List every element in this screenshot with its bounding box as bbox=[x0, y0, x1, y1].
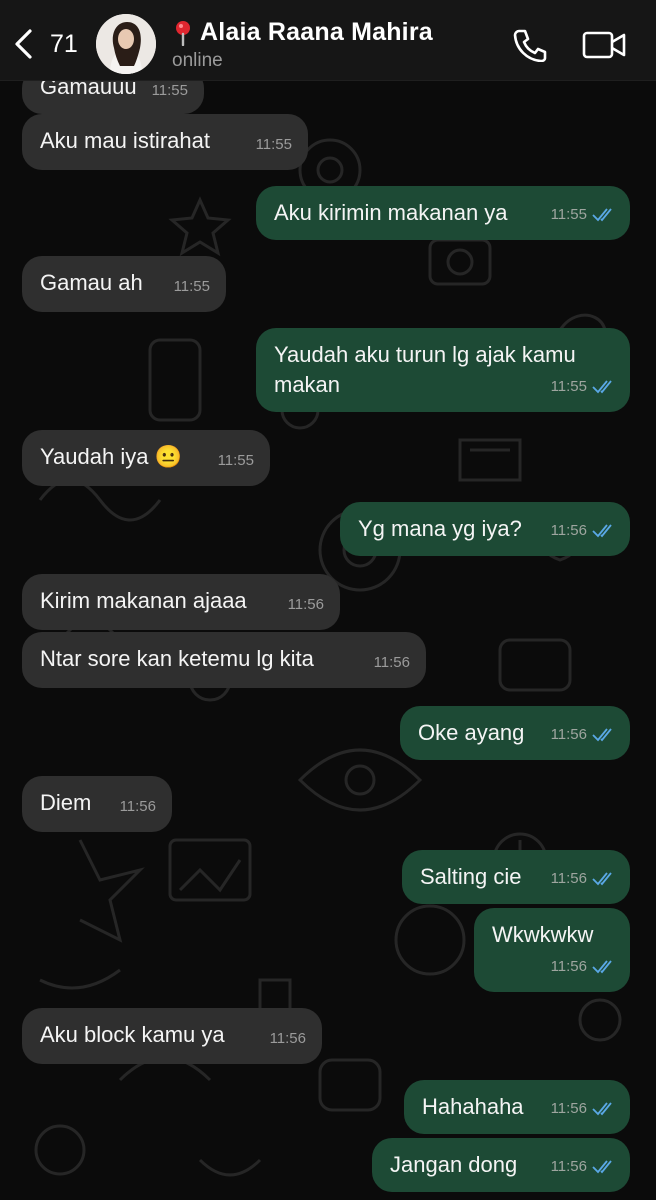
message-time: 11:56 bbox=[551, 952, 616, 982]
message-time: 11:56 bbox=[269, 1030, 306, 1047]
message-time: 11:55 bbox=[173, 278, 210, 295]
message-outgoing[interactable]: Salting cie 11:56 bbox=[402, 850, 630, 904]
message-time: 11:56 bbox=[551, 516, 616, 546]
message-outgoing[interactable]: Wkwkwkw 11:56 bbox=[474, 908, 630, 992]
message-text: Ntar sore kan ketemu lg kita bbox=[40, 646, 314, 671]
message-outgoing[interactable]: Yg mana yg iya? 11:56 bbox=[340, 502, 630, 556]
message-outgoing[interactable]: Oke ayang 11:56 bbox=[400, 706, 630, 760]
read-ticks-icon bbox=[592, 872, 612, 886]
read-ticks-icon bbox=[592, 1102, 612, 1116]
pin-icon bbox=[176, 21, 190, 46]
message-outgoing[interactable]: Yaudah aku turun lg ajak kamu makan 11:5… bbox=[256, 328, 630, 412]
back-chevron-icon bbox=[15, 29, 32, 59]
read-ticks-icon bbox=[592, 380, 612, 394]
unread-count: 71 bbox=[50, 29, 78, 58]
message-outgoing[interactable]: Hahahaha 11:56 bbox=[404, 1080, 630, 1134]
message-text: Kirim makanan ajaaa bbox=[40, 588, 247, 613]
read-ticks-icon bbox=[592, 728, 612, 742]
contact-status: online bbox=[172, 50, 223, 71]
message-text: Wkwkwkw bbox=[492, 922, 594, 947]
message-time: 11:56 bbox=[119, 798, 156, 815]
back-button[interactable]: 71 bbox=[12, 26, 78, 62]
message-incoming[interactable]: Aku mau istirahat 11:55 bbox=[22, 114, 308, 170]
message-outgoing[interactable]: Jangan dong 11:56 bbox=[372, 1138, 630, 1192]
message-text: Aku mau istirahat bbox=[40, 128, 210, 153]
contact-name[interactable]: Alaia Raana Mahira bbox=[200, 18, 433, 47]
read-ticks-icon bbox=[592, 524, 612, 538]
message-time: 11:56 bbox=[373, 654, 410, 671]
message-time: 11:55 bbox=[551, 372, 616, 402]
read-ticks-icon bbox=[592, 208, 612, 222]
message-time: 11:55 bbox=[217, 452, 254, 469]
message-incoming[interactable]: Gamau ah 11:55 bbox=[22, 256, 226, 312]
message-time: 11:56 bbox=[551, 1094, 616, 1124]
read-ticks-icon bbox=[592, 1160, 612, 1174]
message-incoming[interactable]: Yaudah iya 😐 11:55 bbox=[22, 430, 270, 486]
message-incoming[interactable]: Kirim makanan ajaaa 11:56 bbox=[22, 574, 340, 630]
message-time: 11:56 bbox=[551, 864, 616, 894]
message-time: 11:56 bbox=[551, 720, 616, 750]
message-time: 11:55 bbox=[255, 136, 292, 153]
message-incoming[interactable]: Ntar sore kan ketemu lg kita 11:56 bbox=[22, 632, 426, 688]
avatar-image bbox=[96, 14, 156, 74]
message-time: 11:56 bbox=[551, 1152, 616, 1182]
message-outgoing[interactable]: Aku kirimin makanan ya 11:55 bbox=[256, 186, 630, 240]
message-text: Aku block kamu ya bbox=[40, 1022, 225, 1047]
avatar[interactable] bbox=[96, 14, 156, 74]
read-ticks-icon bbox=[592, 960, 612, 974]
message-time: 11:56 bbox=[287, 596, 324, 613]
message-incoming[interactable]: Aku block kamu ya 11:56 bbox=[22, 1008, 322, 1064]
video-call-icon[interactable] bbox=[582, 30, 626, 60]
chat-header: 71 Alaia Raana Mahira online bbox=[0, 0, 656, 81]
message-time: 11:55 bbox=[551, 200, 616, 230]
phone-call-icon[interactable] bbox=[512, 28, 548, 62]
message-incoming[interactable]: Diem 11:56 bbox=[22, 776, 172, 832]
